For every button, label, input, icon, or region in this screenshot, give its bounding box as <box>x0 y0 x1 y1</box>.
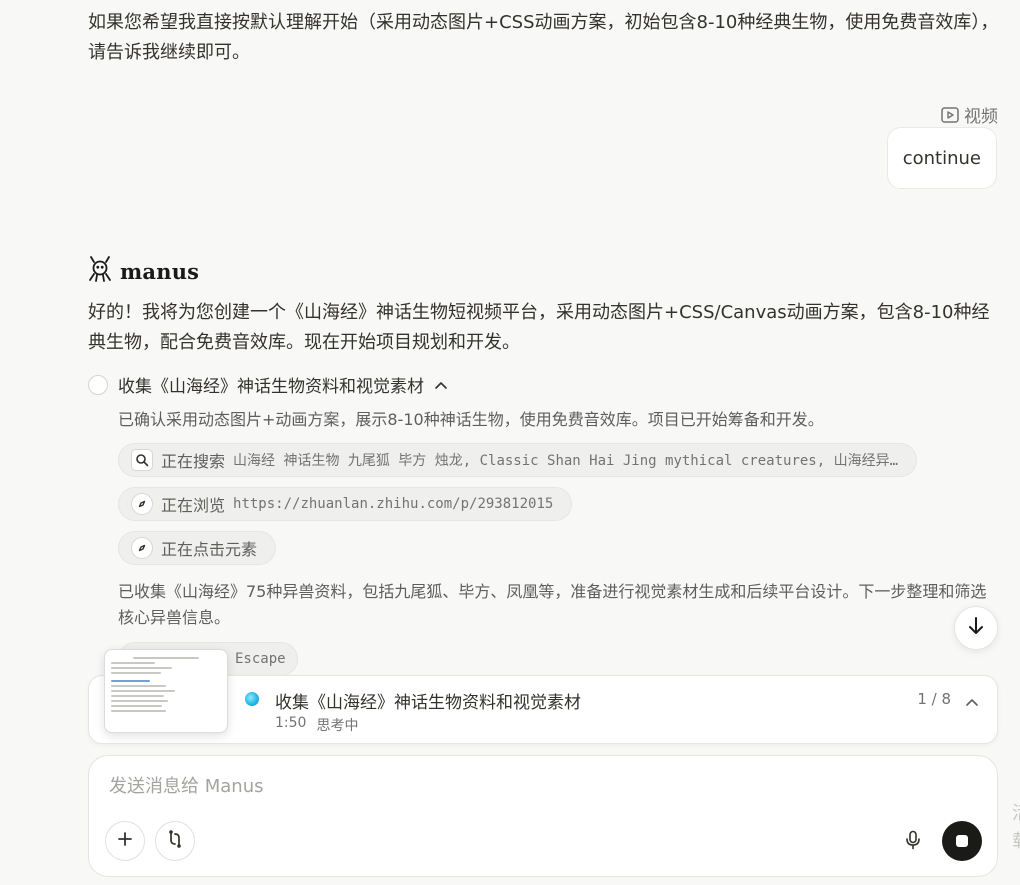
step-counter: 1 / 8 <box>917 690 951 708</box>
action-chip-browse[interactable]: 正在浏览 https://zhuanlan.zhihu.com/p/293812… <box>118 487 573 521</box>
agent-header: manus <box>88 255 199 287</box>
elapsed-time: 1:50 <box>275 715 307 731</box>
plus-icon <box>117 831 133 851</box>
compass-icon <box>131 537 153 559</box>
tools-button[interactable] <box>155 821 195 861</box>
compass-icon <box>131 493 153 515</box>
stop-icon <box>956 835 968 847</box>
connector-icon <box>165 829 185 853</box>
message-input[interactable] <box>109 774 969 798</box>
video-icon <box>941 106 959 123</box>
agent-name: manus <box>120 258 200 284</box>
scroll-to-bottom-button[interactable] <box>954 606 998 650</box>
action-detail: 山海经 神话生物 九尾狐 毕方 烛龙, Classic Shan Hai Jin… <box>233 453 899 469</box>
stop-button[interactable] <box>942 821 982 861</box>
action-label: 正在搜索 <box>161 452 226 471</box>
action-chip-search[interactable]: 正在搜索 山海经 神话生物 九尾狐 毕方 烛龙, Classic Shan Ha… <box>118 443 918 477</box>
task-status: 思考中 <box>316 718 359 734</box>
action-label: 正在点击元素 <box>161 540 258 559</box>
action-chip-click[interactable]: 正在点击元素 <box>118 531 277 565</box>
manus-logo-icon <box>88 255 112 287</box>
computer-preview-thumbnail[interactable] <box>104 649 228 733</box>
step-body: 已确认采用动态图片+动画方案，展示8-10种神话生物，使用免费音效库。项目已开始… <box>118 407 998 631</box>
action-label: 正在浏览 <box>161 496 226 515</box>
agent-reply: 好的！我将为您创建一个《山海经》神话生物短视频平台，采用动态图片+CSS/Can… <box>88 302 990 353</box>
action-detail: https://zhuanlan.zhihu.com/p/293812015 <box>233 496 554 512</box>
video-attachment-label[interactable]: 视频 <box>941 102 998 127</box>
user-message-bubble: continue <box>886 127 997 189</box>
task-card-meta: 1:50 思考中 <box>275 715 358 735</box>
microphone-icon <box>905 830 921 854</box>
arrow-down-icon <box>967 616 985 640</box>
step-title: 收集《山海经》神话生物资料和视觉素材 <box>118 377 424 397</box>
microphone-button[interactable] <box>901 830 925 854</box>
add-attachment-button[interactable] <box>105 821 145 861</box>
chevron-up-icon[interactable] <box>434 375 448 395</box>
step-summary: 已收集《山海经》75种异兽资料，包括九尾狐、毕方、凤凰等，准备进行视觉素材生成和… <box>118 582 987 627</box>
thinking-indicator <box>245 692 259 706</box>
step-note: 已确认采用动态图片+动画方案，展示8-10种神话生物，使用免费音效库。项目已开始… <box>118 410 824 429</box>
task-step-header[interactable]: 收集《山海经》神话生物资料和视觉素材 <box>88 372 448 397</box>
search-icon <box>131 449 153 471</box>
step-status-circle <box>88 374 108 395</box>
chevron-up-icon[interactable] <box>965 692 979 711</box>
message-composer <box>88 755 998 877</box>
previous-agent-message: 如果您希望我直接按默认理解开始（采用动态图片+CSS动画方案，初始包含8-10种… <box>88 12 999 63</box>
video-label-text: 视频 <box>964 107 998 127</box>
task-card-title: 收集《山海经》神话生物资料和视觉素材 <box>275 693 581 713</box>
clipped-edge-text: 活 载 <box>1012 800 1020 856</box>
